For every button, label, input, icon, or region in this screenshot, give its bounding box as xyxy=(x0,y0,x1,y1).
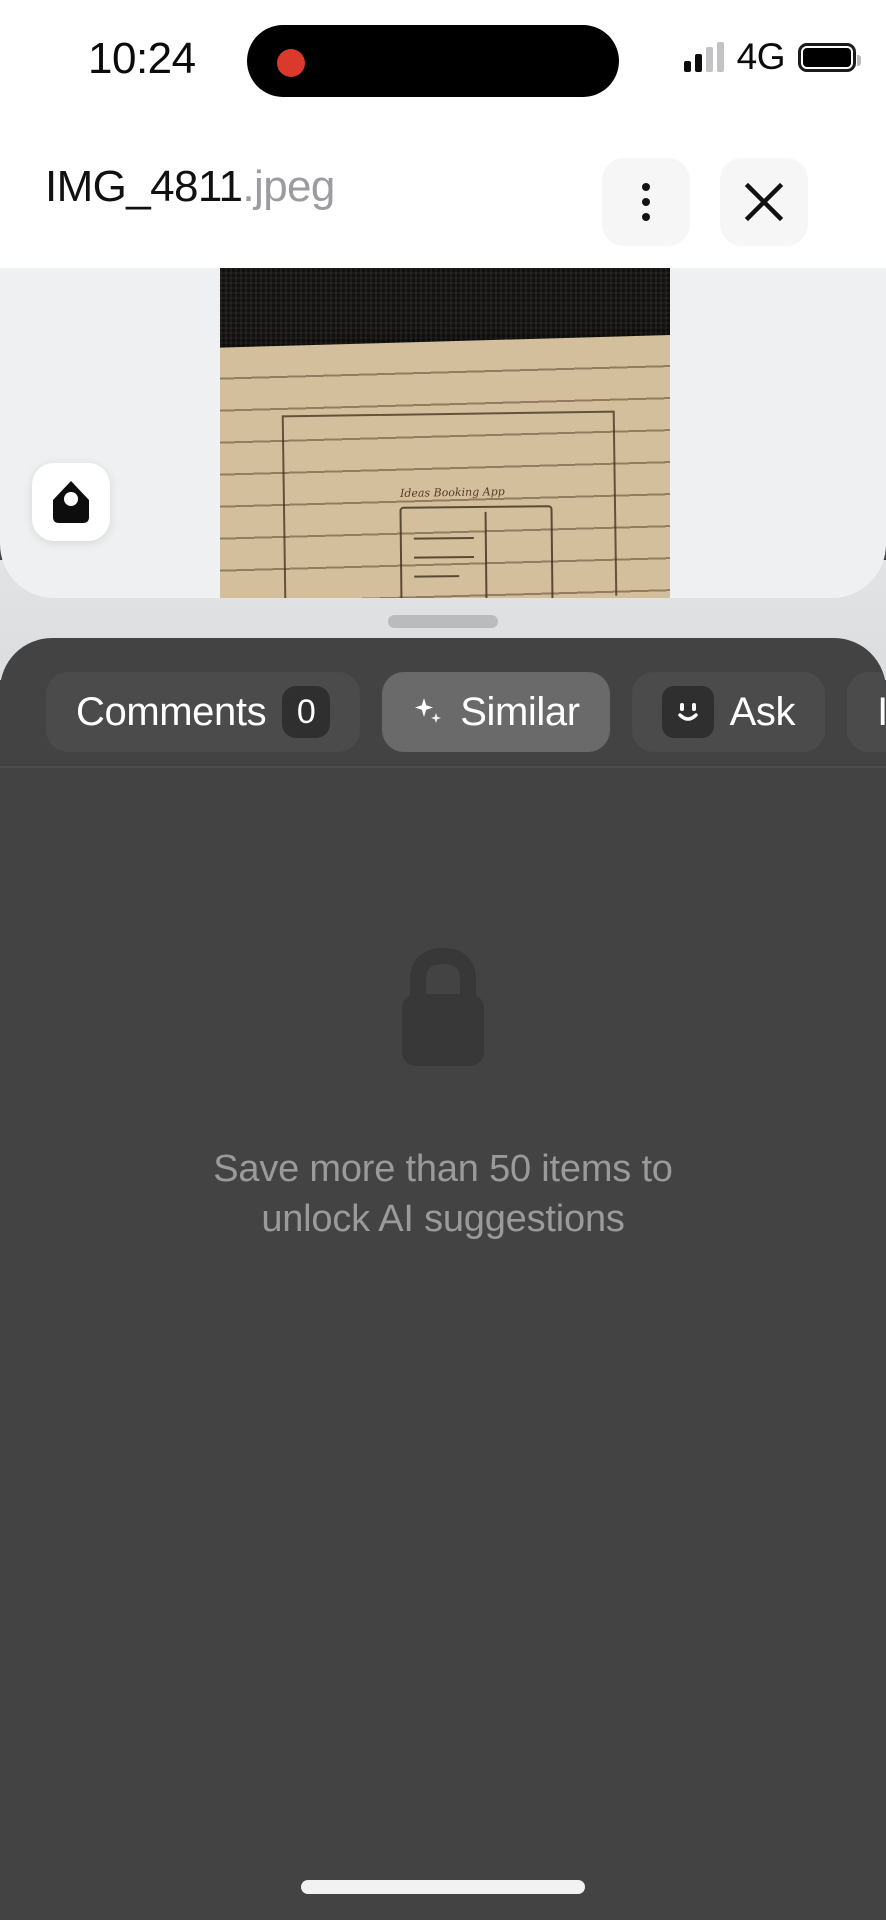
smiley-face-icon xyxy=(661,686,714,738)
tab-info-label: Info xyxy=(877,689,886,734)
phone-screen: 10:24 4G IMG_4811.jpeg Ideas Booking App… xyxy=(0,0,886,1920)
page-title: IMG_4811.jpeg xyxy=(45,162,335,212)
close-icon xyxy=(744,182,784,222)
image-thumbnail[interactable]: Ideas Booking App xyxy=(220,268,670,598)
filename-extension: .jpeg xyxy=(242,162,335,211)
signal-bars-icon xyxy=(683,42,724,72)
locked-state: Save more than 50 items to unlock AI sug… xyxy=(0,746,886,1244)
mymind-tag-icon xyxy=(53,481,89,523)
lock-icon xyxy=(402,947,484,1066)
tab-ask[interactable]: Ask xyxy=(631,672,826,752)
more-vertical-icon xyxy=(642,183,650,221)
tab-comments-label: Comments xyxy=(76,689,267,734)
status-bar-time: 10:24 xyxy=(88,34,196,83)
tab-similar[interactable]: Similar xyxy=(382,672,610,752)
handwriting-text: Ideas Booking App xyxy=(399,484,505,500)
image-preview-card[interactable]: Ideas Booking App xyxy=(0,268,886,598)
tab-info[interactable]: Info xyxy=(847,672,886,752)
more-options-button[interactable] xyxy=(602,158,690,246)
recording-indicator-dot xyxy=(277,49,305,77)
mymind-logo-button[interactable] xyxy=(32,463,110,541)
detail-sheet: Comments 0 Similar Ask I Save more than … xyxy=(0,638,886,1920)
status-bar-right: 4G xyxy=(683,36,861,78)
sparkle-icon xyxy=(415,698,442,723)
locked-message: Save more than 50 items to unlock AI sug… xyxy=(213,1148,673,1241)
dynamic-island xyxy=(247,25,619,97)
close-button[interactable] xyxy=(720,158,808,246)
tab-similar-label: Similar xyxy=(460,689,580,734)
sheet-drag-handle[interactable] xyxy=(388,615,498,628)
battery-icon xyxy=(798,42,861,72)
filename-base: IMG_4811 xyxy=(45,162,243,211)
notebook-photo: Ideas Booking App xyxy=(220,268,670,598)
status-bar: 10:24 4G xyxy=(0,0,886,118)
network-type-label: 4G xyxy=(736,36,786,77)
comments-count-badge: 0 xyxy=(282,686,331,738)
home-indicator[interactable] xyxy=(301,1880,585,1894)
file-header: IMG_4811.jpeg xyxy=(0,118,886,268)
tab-comments[interactable]: Comments 0 xyxy=(46,672,361,752)
tab-ask-label: Ask xyxy=(729,689,796,734)
